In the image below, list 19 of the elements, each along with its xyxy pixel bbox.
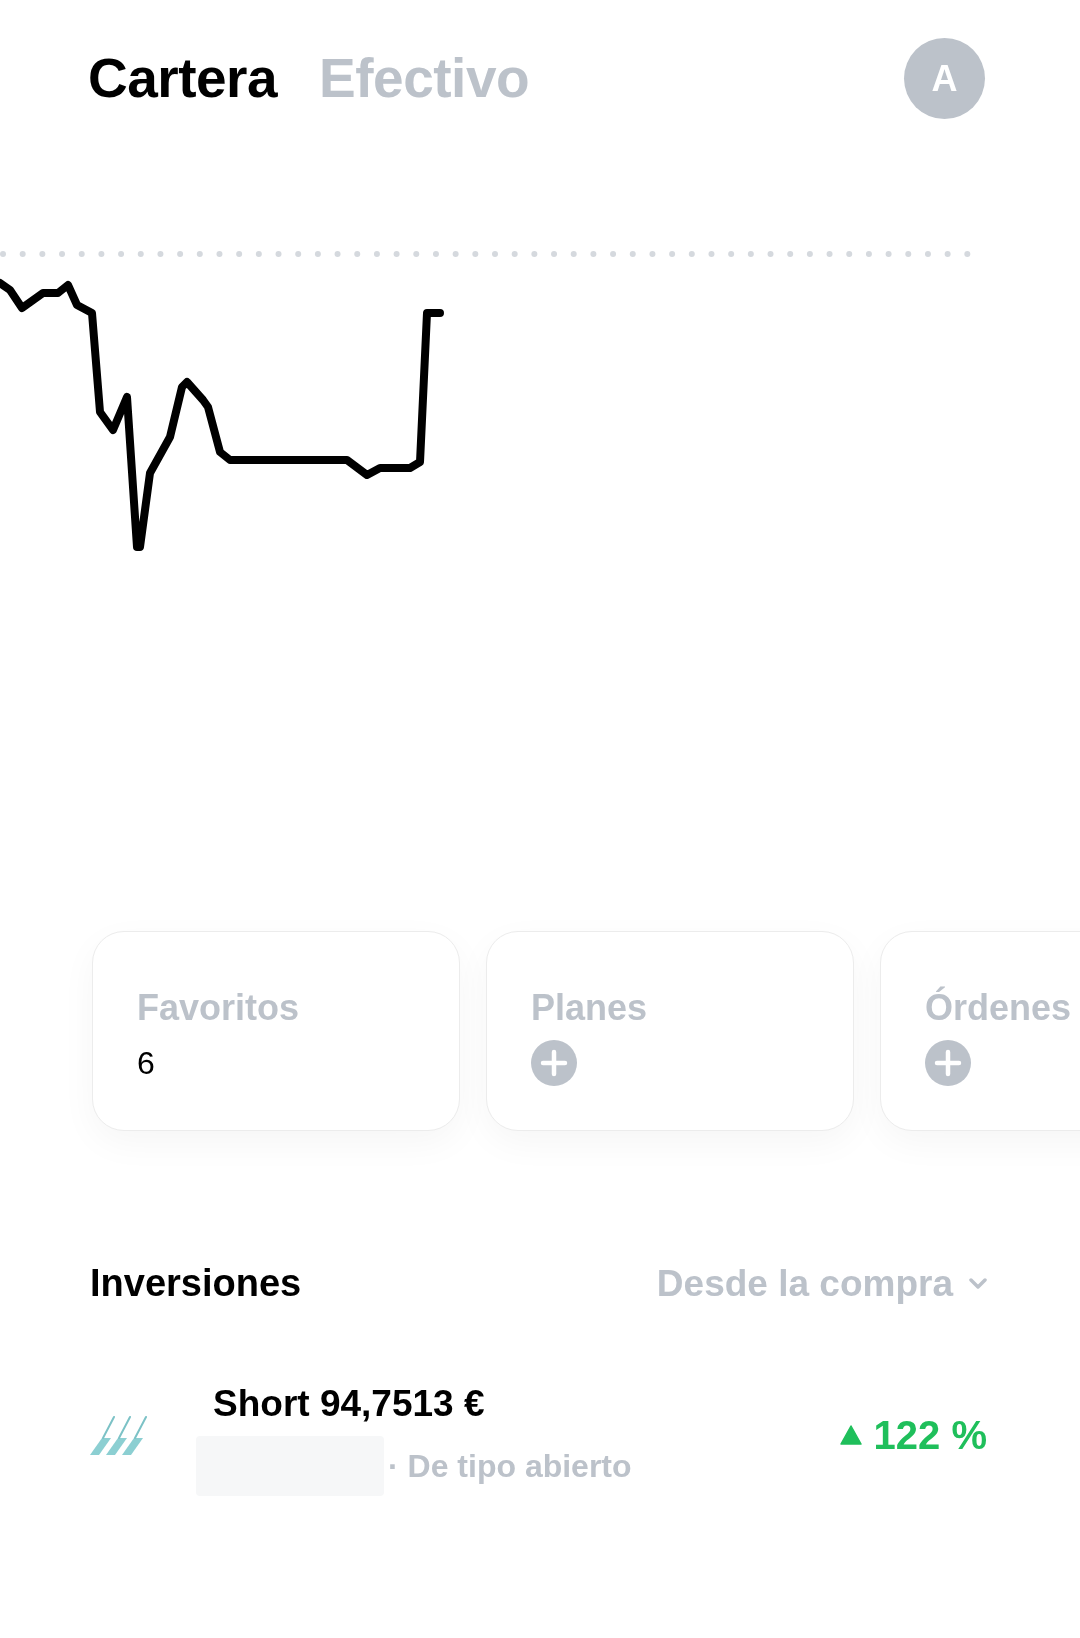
shortcut-card[interactable]: Órdenes [880, 931, 1080, 1131]
percent-change: 122 % [873, 1415, 987, 1455]
diagonal-stripes-icon [90, 1415, 147, 1455]
card-title: Favoritos [137, 988, 300, 1028]
card-title: Órdenes [925, 988, 1072, 1028]
investment-name: Short 94,7513 € [213, 1382, 485, 1426]
section-title: Inversiones [90, 1264, 302, 1302]
card-count: 6 [137, 1047, 155, 1079]
shortcut-card[interactable]: Planes [486, 931, 854, 1131]
plus-circle-icon[interactable] [925, 1040, 971, 1086]
investment-subtitle: · De tipo abierto [388, 1447, 632, 1486]
avatar-button[interactable]: A [904, 38, 985, 119]
card-title: Planes [531, 988, 648, 1028]
plus-circle-icon[interactable] [531, 1040, 577, 1086]
header-tab[interactable]: Efectivo [319, 51, 530, 106]
header-tab[interactable]: Cartera [88, 51, 278, 106]
shortcut-card[interactable]: Favoritos 6 [92, 931, 460, 1131]
chevron-down-icon [969, 1277, 987, 1289]
period-dropdown[interactable]: Desde la compra [656, 1264, 987, 1302]
